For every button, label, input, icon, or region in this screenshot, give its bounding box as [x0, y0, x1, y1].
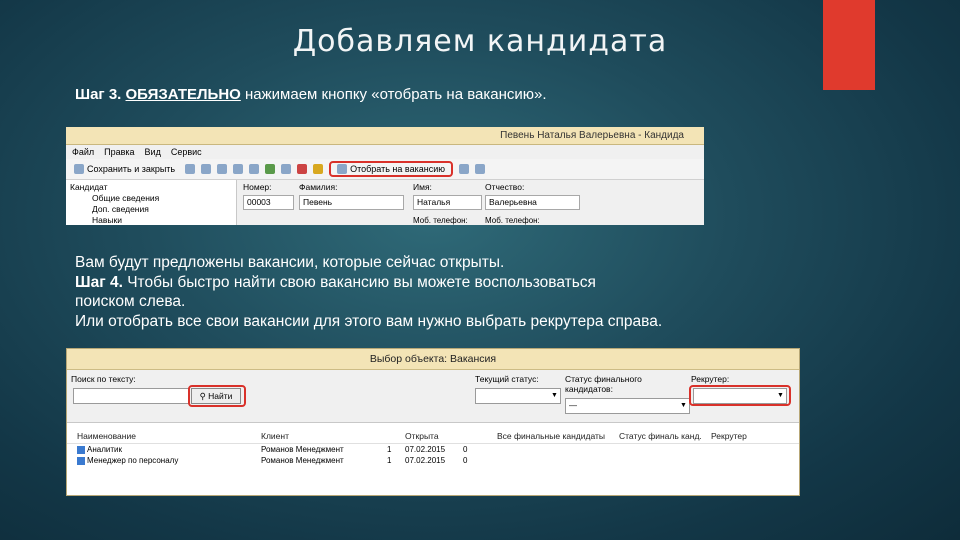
- step4-text: Чтобы быстро найти свою вакансию вы може…: [122, 273, 596, 291]
- menu-file[interactable]: Файл: [72, 147, 94, 157]
- col-final-candidates[interactable]: Все финальные кандидаты: [497, 431, 619, 441]
- save-close-label: Сохранить и закрыть: [87, 164, 176, 174]
- table-row[interactable]: Аналитик Романов Менеджмент 1 07.02.2015…: [67, 444, 799, 455]
- step3-required: ОБЯЗАТЕЛЬНО: [125, 86, 241, 103]
- undo-icon[interactable]: [249, 164, 260, 174]
- row-client: Романов Менеджмент: [261, 456, 344, 465]
- surname-label: Фамилия:: [299, 182, 338, 192]
- patronymic-label: Отчество:: [485, 182, 525, 192]
- recruiter-label: Рекрутер:: [691, 374, 730, 384]
- row-count: 1: [387, 445, 392, 454]
- check-icon[interactable]: [265, 164, 276, 174]
- save-icon: [74, 164, 84, 174]
- mobile-phone-label: Моб. телефон:: [413, 216, 468, 225]
- row-client: Романов Менеджмент: [261, 445, 344, 454]
- down-arrow-icon[interactable]: [313, 164, 324, 174]
- instruction-line-4: Или отобрать все свои вакансии для этого…: [75, 312, 663, 330]
- instruction-line-3: поиском слева.: [75, 293, 186, 310]
- vacancy-icon: [77, 456, 85, 465]
- menu-view[interactable]: Вид: [145, 147, 161, 157]
- status-label: Текущий статус:: [475, 374, 539, 384]
- vacancy-window-title: Выбор объекта: Вакансия: [67, 349, 799, 370]
- surname-field[interactable]: Певень: [299, 195, 404, 210]
- navigation-tree: Кандидат Общие сведения Доп. сведения На…: [66, 180, 237, 225]
- mail-icon[interactable]: [281, 164, 292, 174]
- candidate-window-screenshot: Певень Наталья Валерьевна - Кандида Файл…: [66, 127, 704, 225]
- chevron-down-icon: ▼: [680, 402, 687, 409]
- name-field[interactable]: Наталья: [413, 195, 482, 210]
- instruction-line-1: Вам будут предложены вакансии, которые с…: [75, 254, 505, 271]
- menu-bar: Файл Правка Вид Сервис: [66, 145, 704, 159]
- col-name[interactable]: Наименование: [77, 431, 261, 441]
- final-status-value: —: [569, 401, 577, 410]
- step3-prefix: Шаг 3.: [75, 86, 122, 103]
- row-opened: 07.02.2015: [405, 445, 446, 454]
- step4-prefix: Шаг 4.: [75, 273, 123, 291]
- row-opened: 07.02.2015: [405, 456, 446, 465]
- step3-instruction: нажимаем кнопку «отобрать на вакансию».: [240, 86, 547, 103]
- menu-service[interactable]: Сервис: [171, 147, 202, 157]
- tree-item-general[interactable]: Общие сведения: [70, 193, 232, 204]
- copy-icon[interactable]: [217, 164, 228, 174]
- instructions-text: Вам будут предложены вакансии, которые с…: [75, 253, 875, 331]
- col-client[interactable]: Клиент: [261, 431, 387, 441]
- col-final-status[interactable]: Статус финаль канд.: [619, 431, 711, 441]
- row-n: 0: [463, 456, 468, 465]
- name-label: Имя:: [413, 182, 432, 192]
- patronymic-field[interactable]: Валерьевна: [485, 195, 580, 210]
- vacancy-icon: [77, 445, 85, 454]
- tree-item-skills[interactable]: Навыки: [70, 215, 232, 225]
- table-row[interactable]: Менеджер по персоналу Романов Менеджмент…: [67, 455, 799, 466]
- paste-icon[interactable]: [233, 164, 244, 174]
- tree-item-candidate[interactable]: Кандидат: [70, 182, 232, 193]
- row-count: 1: [387, 456, 392, 465]
- chevron-down-icon: ▼: [551, 392, 558, 399]
- search-input[interactable]: [73, 388, 189, 404]
- flag-icon[interactable]: [297, 164, 308, 174]
- filter-panel: Поиск по тексту: ⚲ Найти Текущий статус:…: [67, 370, 799, 423]
- vacancy-table-header: Наименование Клиент Открыта Все финальны…: [67, 429, 799, 444]
- tree-item-extra[interactable]: Доп. сведения: [70, 204, 232, 215]
- menu-edit[interactable]: Правка: [104, 147, 134, 157]
- scissors-icon[interactable]: [201, 164, 212, 174]
- row-name-text: Аналитик: [87, 445, 122, 454]
- attach-icon[interactable]: [458, 164, 469, 174]
- candidate-form: Номер: 00003 Фамилия: Певень Имя: Наталь…: [237, 180, 704, 225]
- row-name-text: Менеджер по персоналу: [87, 456, 179, 465]
- col-recruiter[interactable]: Рекрутер: [711, 431, 771, 441]
- row-n: 0: [463, 445, 468, 454]
- help-icon[interactable]: [474, 164, 485, 174]
- save-close-button[interactable]: Сохранить и закрыть: [70, 162, 179, 176]
- number-field[interactable]: 00003: [243, 195, 294, 210]
- row-name: Аналитик: [77, 445, 261, 454]
- instruction-line-2: Шаг 4. Чтобы быстро найти свою вакансию …: [75, 273, 875, 293]
- vacancy-select-screenshot: Выбор объекта: Вакансия Поиск по тексту:…: [66, 348, 800, 496]
- print-icon[interactable]: [185, 164, 196, 174]
- final-status-label: Статус финального кандидатов:: [565, 374, 642, 394]
- find-button-highlight: [188, 385, 246, 407]
- select-vacancy-button[interactable]: Отобрать на вакансию: [329, 161, 453, 177]
- vacancy-icon: [337, 164, 348, 174]
- mobile-phone-label-2: Моб. телефон:: [485, 216, 540, 225]
- slide-title: Добавляем кандидата: [292, 24, 668, 59]
- recruiter-highlight: [689, 385, 791, 406]
- candidate-body: Кандидат Общие сведения Доп. сведения На…: [66, 180, 704, 225]
- number-label: Номер:: [243, 182, 272, 192]
- search-label: Поиск по тексту:: [71, 374, 136, 384]
- col-opened[interactable]: Открыта: [405, 431, 455, 441]
- candidate-window-titlebar: Певень Наталья Валерьевна - Кандида: [66, 127, 704, 145]
- toolbar: Сохранить и закрыть Отобрать на вакансию: [66, 159, 704, 180]
- step3-text: Шаг 3. ОБЯЗАТЕЛЬНО нажимаем кнопку «отоб…: [75, 86, 547, 103]
- row-name: Менеджер по персоналу: [77, 456, 261, 465]
- final-status-select[interactable]: — ▼: [565, 398, 690, 414]
- select-vacancy-label: Отобрать на вакансию: [350, 164, 445, 174]
- candidate-window-title: Певень Наталья Валерьевна - Кандида: [500, 130, 684, 141]
- status-select[interactable]: ▼: [475, 388, 561, 404]
